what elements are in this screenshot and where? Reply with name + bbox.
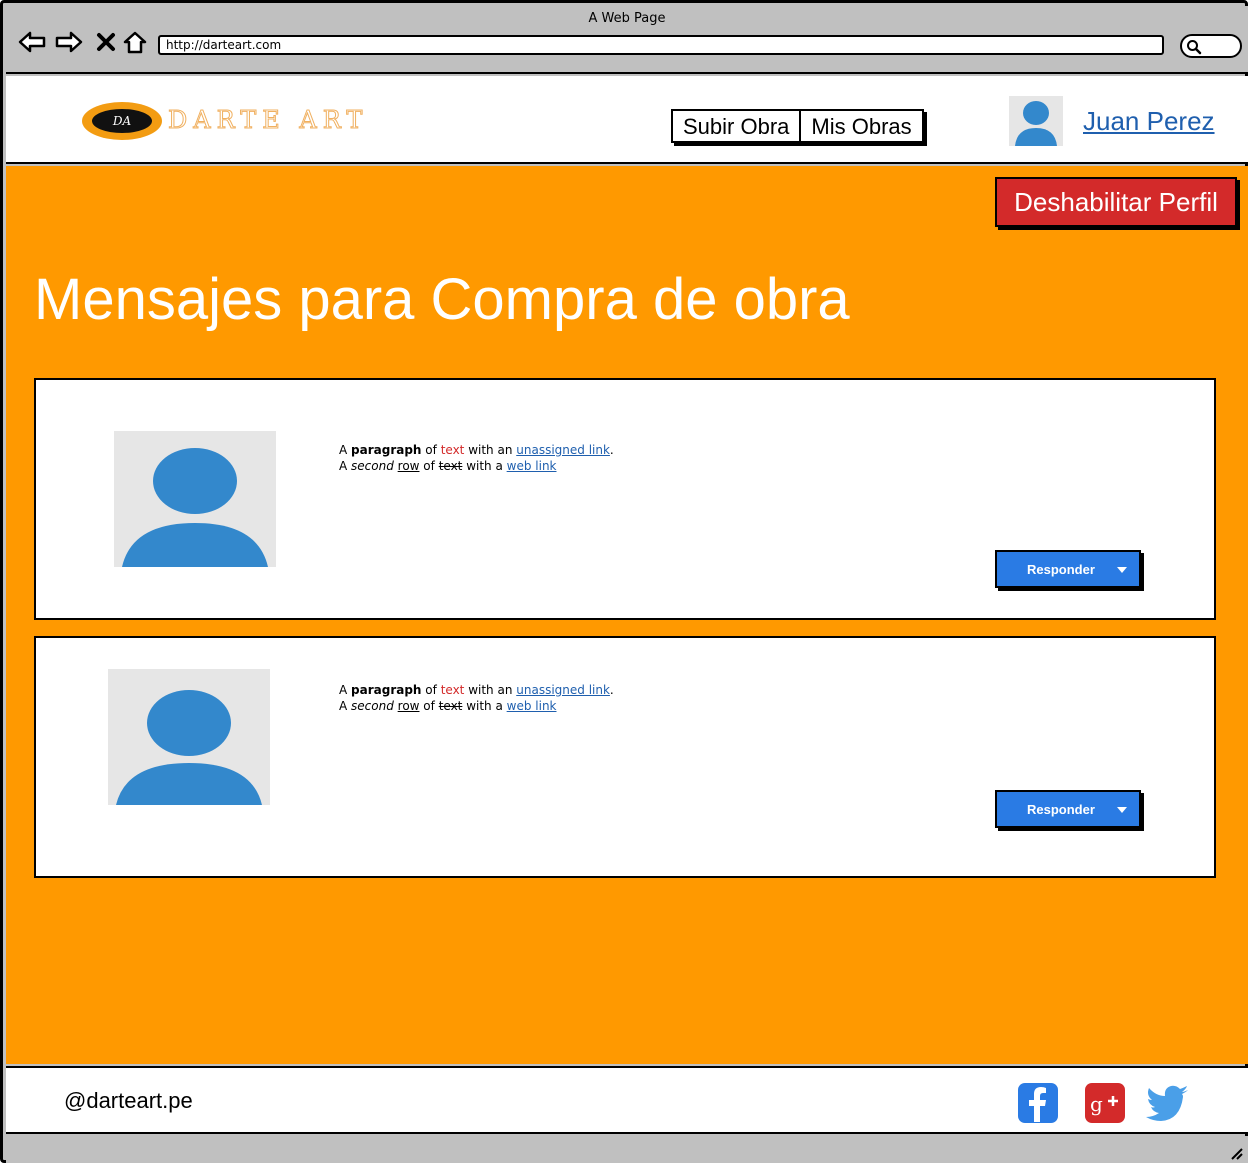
sender-avatar <box>108 669 270 805</box>
home-icon[interactable] <box>121 28 149 56</box>
forward-icon[interactable] <box>55 28 83 56</box>
text-segment: A <box>339 699 352 713</box>
text-segment: of <box>419 699 439 713</box>
web-link[interactable]: web link <box>507 699 557 713</box>
site-header: DA DARTE ART Subir Obra Mis Obras Juan P… <box>6 76 1248 164</box>
close-icon[interactable] <box>92 28 120 56</box>
browser-statusbar <box>6 1136 1248 1163</box>
unassigned-link[interactable]: unassigned link <box>516 443 610 457</box>
text-bold: paragraph <box>351 443 422 457</box>
nav-mis-obras[interactable]: Mis Obras <box>799 111 921 141</box>
reply-label: Responder <box>1027 561 1095 577</box>
text-segment: with an <box>464 683 517 697</box>
text-segment: A <box>339 443 352 457</box>
user-icon <box>1015 101 1057 146</box>
svg-text:g: g <box>1090 1092 1103 1116</box>
text-segment: A <box>339 683 352 697</box>
text-strike: text <box>438 699 463 713</box>
logo[interactable]: DA <box>82 102 162 140</box>
message-line-1: A paragraph of text with an unassigned l… <box>339 682 614 698</box>
message-card: A paragraph of text with an unassigned l… <box>34 378 1216 620</box>
unassigned-link[interactable]: unassigned link <box>516 683 610 697</box>
text-underline: row <box>397 699 420 713</box>
text-red: text <box>440 683 465 697</box>
reply-label: Responder <box>1027 801 1095 817</box>
text-underline: row <box>397 459 420 473</box>
text-segment: with a <box>462 699 507 713</box>
chevron-down-icon[interactable] <box>1117 807 1127 813</box>
page-title: Mensajes para Compra de obra <box>34 267 850 332</box>
text-segment: of <box>421 683 441 697</box>
browser-search-box[interactable] <box>1180 34 1242 58</box>
browser-titlebar: A Web Page http://darteart.com <box>6 6 1248 74</box>
user-icon <box>116 690 262 805</box>
text-segment: with a <box>462 459 507 473</box>
disable-profile-button[interactable]: Deshabilitar Perfil <box>995 177 1237 227</box>
facebook-icon[interactable] <box>1017 1082 1059 1124</box>
message-line-1: A paragraph of text with an unassigned l… <box>339 442 614 458</box>
message-line-2: A second row of text with a web link <box>339 458 614 474</box>
footer-handle: @darteart.pe <box>64 1088 193 1113</box>
text-italic: second <box>351 459 394 473</box>
resize-grip-icon[interactable] <box>1228 1145 1244 1161</box>
text-segment: . <box>609 443 614 457</box>
text-segment: of <box>421 443 441 457</box>
address-bar[interactable]: http://darteart.com <box>158 35 1164 55</box>
text-segment: of <box>419 459 439 473</box>
user-avatar[interactable] <box>1009 96 1063 146</box>
message-text: A paragraph of text with an unassigned l… <box>339 682 614 714</box>
text-segment: . <box>609 683 614 697</box>
text-italic: second <box>351 699 394 713</box>
nav-subir-obra[interactable]: Subir Obra <box>673 111 799 141</box>
site-footer: @darteart.pe g <box>6 1066 1248 1134</box>
text-segment: with an <box>464 443 517 457</box>
user-name-link[interactable]: Juan Perez <box>1083 106 1215 137</box>
text-segment: A <box>339 459 352 473</box>
reply-button[interactable]: Responder <box>995 550 1141 588</box>
user-icon <box>122 448 268 567</box>
message-text: A paragraph of text with an unassigned l… <box>339 442 614 474</box>
logo-text: DARTE ART <box>167 106 369 135</box>
text-strike: text <box>438 459 463 473</box>
search-icon <box>1187 40 1202 55</box>
reply-button[interactable]: Responder <box>995 790 1141 828</box>
message-card: A paragraph of text with an unassigned l… <box>34 636 1216 878</box>
main-nav: Subir Obra Mis Obras <box>671 109 924 143</box>
text-red: text <box>440 443 465 457</box>
back-icon[interactable] <box>18 28 46 56</box>
logo-badge: DA <box>92 109 152 133</box>
text-bold: paragraph <box>351 683 422 697</box>
twitter-icon[interactable] <box>1144 1082 1190 1124</box>
message-line-2: A second row of text with a web link <box>339 698 614 714</box>
google-plus-icon[interactable]: g <box>1084 1082 1126 1124</box>
window-title: A Web Page <box>588 11 666 26</box>
browser-window: A Web Page http://darteart.com DA DARTE … <box>0 0 1248 1163</box>
web-link[interactable]: web link <box>507 459 557 473</box>
main-content: Deshabilitar Perfil Mensajes para Compra… <box>6 166 1248 1064</box>
chevron-down-icon[interactable] <box>1117 567 1127 573</box>
sender-avatar <box>114 431 276 567</box>
